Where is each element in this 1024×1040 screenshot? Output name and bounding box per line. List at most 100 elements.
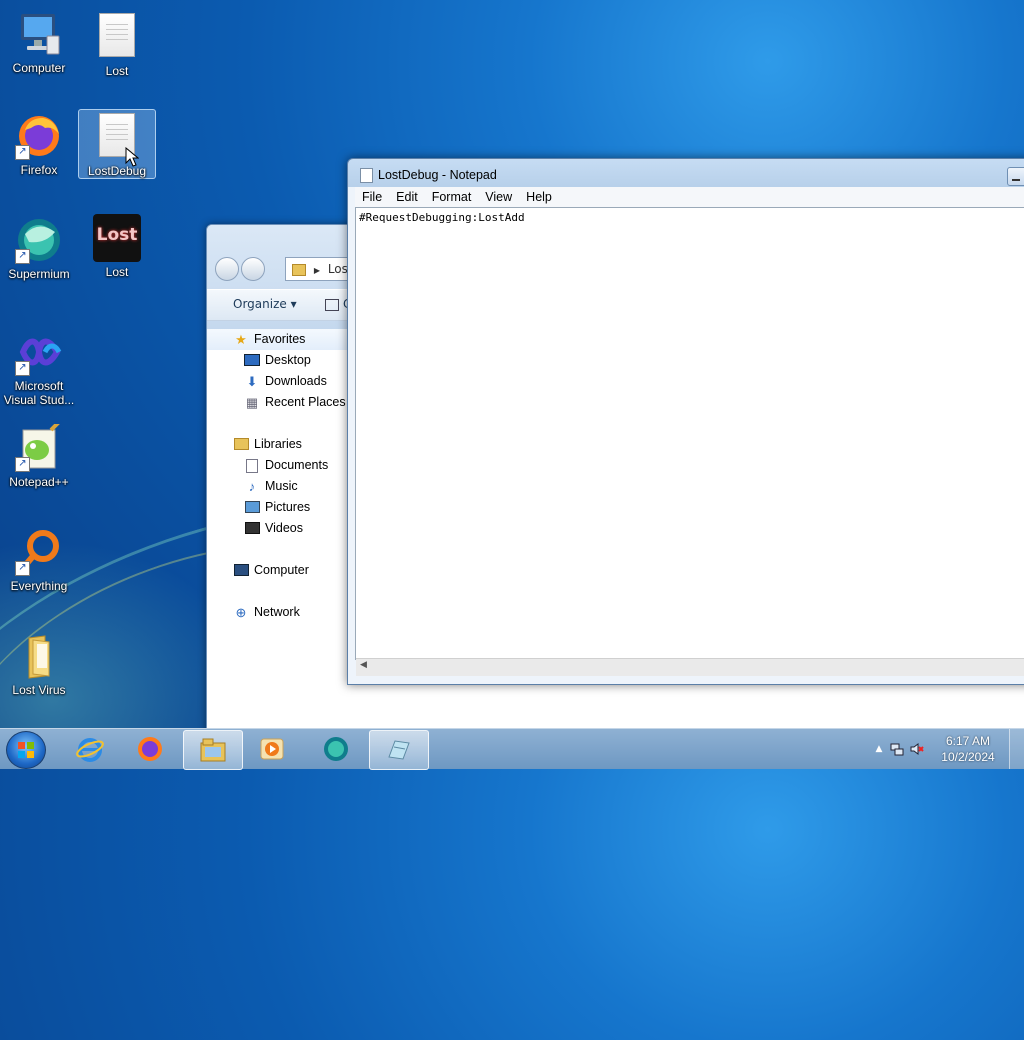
minimize-button[interactable] [1007, 167, 1024, 186]
desktop-icon-everything[interactable]: ↗ Everything [1, 528, 77, 593]
mouse-cursor-icon [125, 147, 139, 167]
start-button[interactable] [6, 731, 46, 769]
supermium-icon [324, 737, 348, 761]
internet-explorer-icon [76, 738, 104, 762]
taskbar-supermium[interactable] [307, 730, 365, 768]
back-button[interactable] [215, 257, 239, 281]
nav-label: Videos [265, 521, 303, 535]
desktop-icon-label: Lost [105, 265, 129, 279]
notepad-plus-plus-icon: ↗ [15, 418, 63, 472]
text-file-icon [93, 13, 141, 61]
nav-label: Favorites [254, 332, 306, 346]
desktop-icon-label: Firefox [20, 163, 58, 177]
lost-app-icon: Lost [93, 214, 141, 262]
menu-help[interactable]: Help [519, 187, 559, 207]
recent-places-icon: ▦ [245, 394, 259, 410]
text-file-icon [93, 113, 141, 167]
desktop-icon-label: Lost Virus [12, 683, 66, 697]
notepad-window[interactable]: LostDebug - Notepad File Edit Format View He… [347, 158, 1024, 685]
notepad-icon [388, 740, 410, 760]
computer-icon [233, 563, 249, 578]
media-player-icon [260, 738, 284, 760]
nav-label: Recent Places [265, 395, 346, 409]
network-icon[interactable] [890, 742, 904, 756]
everything-search-icon: ↗ [15, 528, 63, 576]
network-icon: ⊕ [235, 604, 247, 620]
desktop-icon-computer[interactable]: Computer [1, 10, 77, 75]
show-hidden-icons-arrow[interactable]: ▲ [872, 742, 886, 756]
clock-time: 6:17 AM [945, 734, 991, 748]
supermium-icon: ↗ [15, 216, 63, 264]
horizontal-scrollbar[interactable]: ◀ [356, 658, 1024, 676]
desktop-icon-lostdebug-file[interactable]: LostDebug [78, 109, 156, 179]
folder-icon [15, 632, 63, 680]
desktop-icon-notepad-plus-plus[interactable]: ↗ Notepad++ [1, 418, 77, 489]
desktop-icon-label: Notepad++ [9, 475, 69, 489]
clock-date: 10/2/2024 [941, 750, 995, 764]
desktop-icon-lost-app[interactable]: Lost Lost [79, 214, 155, 279]
desktop-icon-label: Lost [105, 64, 129, 78]
desktop-icon-label: Supermium [8, 267, 70, 281]
window-title: LostDebug - Notepad [378, 168, 497, 182]
scroll-left-icon[interactable]: ◀ [360, 660, 367, 670]
nav-label: Downloads [265, 374, 327, 388]
pictures-icon [244, 500, 260, 515]
shortcut-arrow-icon: ↗ [15, 145, 30, 160]
nav-label: Libraries [254, 437, 302, 451]
computer-icon [15, 10, 63, 58]
taskbar-firefox[interactable] [121, 730, 179, 768]
taskbar-notepad[interactable] [369, 730, 429, 770]
editor-content[interactable]: #RequestDebugging:LostAdd [356, 208, 1024, 227]
desktop-icon-visual-studio[interactable]: ↗ Microsoft Visual Stud... [1, 328, 77, 407]
star-icon: ★ [235, 331, 247, 347]
folder-icon [292, 263, 306, 276]
nav-label: Pictures [265, 500, 311, 514]
open-with-icon [325, 298, 339, 311]
desktop-icon-label: LostDebug [87, 164, 147, 178]
menu-file[interactable]: File [355, 187, 389, 207]
visual-studio-icon: ↗ [15, 328, 63, 376]
firefox-icon [138, 737, 162, 761]
nav-label: Documents [265, 458, 329, 472]
menu-edit[interactable]: Edit [389, 187, 425, 207]
text-editor[interactable]: #RequestDebugging:LostAdd [355, 207, 1024, 660]
shortcut-arrow-icon: ↗ [15, 457, 30, 472]
breadcrumb-arrow-icon: ▶ [313, 266, 320, 275]
desktop-icon-label: Everything [10, 579, 68, 593]
nav-label: Computer [254, 563, 309, 577]
nav-label: Desktop [265, 353, 311, 367]
taskbar: ▲ 6:17 AM 10/2/2024 [0, 728, 1024, 770]
notepad-title-icon [360, 168, 373, 183]
desktop-icon-label: Microsoft Visual Stud... [3, 379, 75, 407]
desktop-icon-label: Computer [12, 61, 66, 75]
desktop-icon [244, 353, 260, 368]
menu-view[interactable]: View [478, 187, 519, 207]
explorer-nav-buttons [215, 257, 267, 284]
desktop-icon-lost-file[interactable]: Lost [79, 10, 155, 78]
desktop-icon-lost-virus-folder[interactable]: Lost Virus [1, 632, 77, 697]
organize-button[interactable]: Organize ▾ [233, 297, 297, 311]
documents-icon [244, 458, 260, 473]
clock[interactable]: 6:17 AM 10/2/2024 [928, 733, 1008, 765]
menu-format[interactable]: Format [425, 187, 479, 207]
minimize-icon [1012, 179, 1020, 181]
forward-button[interactable] [241, 257, 265, 281]
firefox-icon: ↗ [15, 112, 63, 160]
videos-icon [244, 521, 260, 536]
system-tray: ▲ 6:17 AM 10/2/2024 [864, 729, 1024, 769]
windows-explorer-icon [200, 738, 226, 762]
taskbar-internet-explorer[interactable] [61, 730, 119, 768]
windows-logo-icon [18, 742, 34, 758]
shortcut-arrow-icon: ↗ [15, 561, 30, 576]
taskbar-windows-explorer[interactable] [183, 730, 243, 770]
desktop-icon-supermium[interactable]: ↗ Supermium [1, 216, 77, 281]
nav-label: Music [265, 479, 298, 493]
libraries-icon [233, 437, 249, 452]
volume-muted-icon[interactable] [910, 742, 924, 756]
show-desktop-button[interactable] [1009, 729, 1024, 769]
menu-bar: File Edit Format View Help [355, 187, 1024, 207]
music-icon: ♪ [248, 478, 256, 494]
desktop-icon-firefox[interactable]: ↗ Firefox [1, 112, 77, 177]
downloads-icon: ⬇ [246, 373, 258, 389]
taskbar-media-player[interactable] [243, 730, 301, 768]
